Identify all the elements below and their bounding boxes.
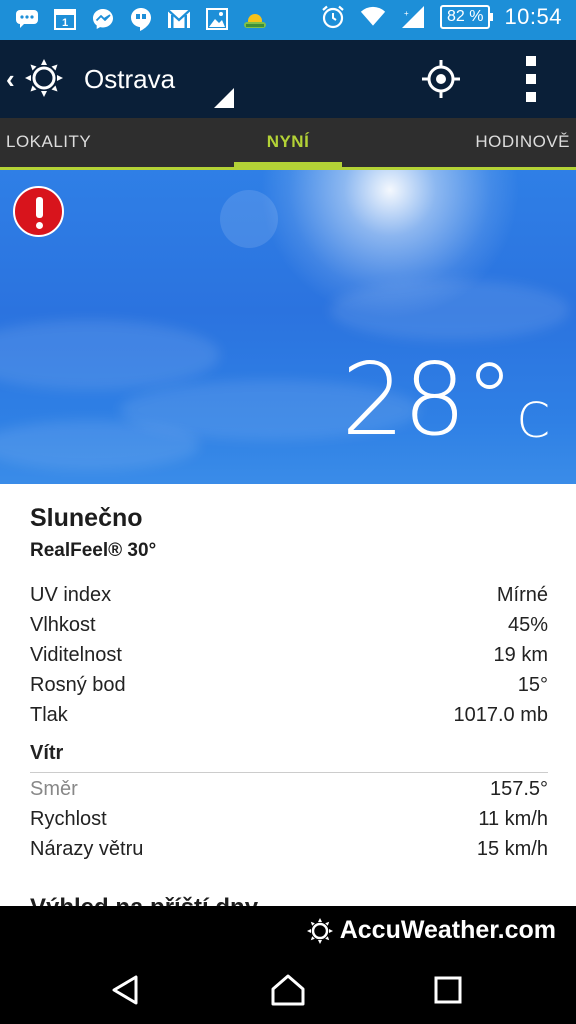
detail-label: Vlhkost <box>30 614 96 636</box>
temperature-value: 28° <box>341 341 514 458</box>
brand-bar: AccuWeather.com <box>0 906 576 958</box>
outlook-heading: Výhled na příští dny <box>30 894 258 906</box>
overflow-menu-icon[interactable] <box>520 56 542 102</box>
accuweather-brand[interactable]: AccuWeather.com <box>306 916 556 945</box>
detail-label: UV index <box>30 584 112 606</box>
detail-value: 45% <box>507 614 548 636</box>
calendar-day: 1 <box>62 17 68 29</box>
detail-value: Mírné <box>496 584 548 606</box>
alarm-clock-icon <box>320 4 346 30</box>
back-chevron-icon[interactable]: ‹ <box>6 64 15 95</box>
status-clock: 10:54 <box>504 4 562 29</box>
status-bar: 1 + 82 % 10:54 <box>0 0 576 40</box>
wind-label: Rychlost <box>30 808 107 830</box>
realfeel-text: RealFeel® 30° <box>30 540 157 561</box>
wind-row-direction: Směr 157.5° <box>30 778 548 808</box>
detail-label: Tlak <box>30 704 68 726</box>
alert-exclamation-icon[interactable] <box>13 186 64 237</box>
detail-label: Viditelnost <box>30 644 122 666</box>
weather-hero-image: 28° C <box>0 170 576 484</box>
detail-value: 15° <box>517 674 548 696</box>
accuweather-label: AccuWeather.com <box>339 916 556 944</box>
weather-notification-icon <box>242 6 268 32</box>
wind-heading: Vítr <box>30 742 64 764</box>
calendar-icon: 1 <box>52 6 78 32</box>
tab-hodinove[interactable]: HODINOVĚ <box>475 132 570 152</box>
tab-lokality[interactable]: LOKALITY <box>6 132 91 152</box>
messenger-icon <box>90 6 116 32</box>
gps-locate-icon[interactable] <box>420 58 462 100</box>
recent-apps-icon[interactable] <box>430 972 466 1008</box>
wind-label: Nárazy větru <box>30 838 144 860</box>
signal-icon: + <box>400 4 426 30</box>
chat-notification-icon <box>14 6 40 32</box>
detail-row-visibility: Viditelnost 19 km <box>30 644 548 674</box>
gmail-icon <box>166 6 192 32</box>
wind-label: Směr <box>30 778 78 800</box>
home-icon[interactable] <box>270 972 306 1008</box>
detail-value: 19 km <box>493 644 548 666</box>
app-bar: ‹ Ostrava <box>0 40 576 118</box>
current-temperature: 28° C <box>341 344 550 456</box>
lens-flare <box>220 190 278 248</box>
condition-text: Slunečno <box>30 504 143 532</box>
tab-bar: LOKALITY NYNÍ HODINOVĚ <box>0 118 576 170</box>
navigation-bar <box>0 958 576 1024</box>
detail-row-uv: UV index Mírné <box>30 584 548 614</box>
gallery-icon <box>204 6 230 32</box>
wind-row-speed: Rychlost 11 km/h <box>30 808 548 838</box>
hangouts-icon <box>128 6 154 32</box>
wind-value: 11 km/h <box>478 808 548 830</box>
detail-value: 1017.0 mb <box>453 704 548 726</box>
wifi-icon <box>360 4 386 30</box>
detail-label: Rosný bod <box>30 674 126 696</box>
wind-value: 157.5° <box>489 778 548 800</box>
detail-row-pressure: Tlak 1017.0 mb <box>30 704 548 734</box>
city-name[interactable]: Ostrava <box>84 64 175 95</box>
accuweather-sun-icon <box>306 917 334 945</box>
wind-row-gusts: Nárazy větru 15 km/h <box>30 838 548 868</box>
wind-divider <box>30 772 548 773</box>
temperature-unit: C <box>516 393 550 449</box>
sun-logo-icon[interactable] <box>24 58 64 98</box>
svg-text:+: + <box>404 9 409 18</box>
back-icon[interactable] <box>108 972 144 1008</box>
city-dropdown-icon[interactable] <box>214 88 234 108</box>
detail-row-humidity: Vlhkost 45% <box>30 614 548 644</box>
detail-row-dewpoint: Rosný bod 15° <box>30 674 548 704</box>
current-details-panel: Slunečno RealFeel® 30° UV index Mírné Vl… <box>0 484 576 906</box>
battery-indicator: 82 % <box>439 5 494 29</box>
wind-value: 15 km/h <box>476 838 548 860</box>
